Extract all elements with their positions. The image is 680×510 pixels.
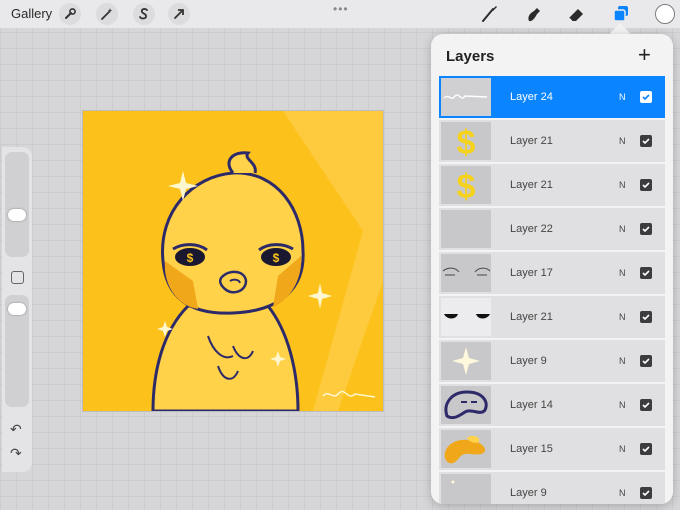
smudge-icon[interactable] xyxy=(523,3,545,30)
drag-handle-dots[interactable]: ••• xyxy=(333,2,349,16)
blend-mode-button[interactable]: N xyxy=(619,444,626,454)
opacity-knob[interactable] xyxy=(8,303,26,315)
svg-text:$: $ xyxy=(187,251,194,265)
visibility-checkbox[interactable] xyxy=(640,443,652,455)
layer-row[interactable]: Layer 15 N xyxy=(439,428,665,470)
brush-size-knob[interactable] xyxy=(8,209,26,221)
layer-row[interactable]: $ Layer 21 N xyxy=(439,164,665,206)
layer-thumbnail xyxy=(441,298,491,336)
magic-wand-icon[interactable] xyxy=(96,3,118,25)
top-toolbar: Gallery ••• xyxy=(0,0,680,28)
layer-row[interactable]: Layer 21 N xyxy=(439,296,665,338)
modify-button[interactable] xyxy=(11,271,24,284)
blend-mode-button[interactable]: N xyxy=(619,356,626,366)
visibility-checkbox[interactable] xyxy=(640,487,652,499)
brush-size-slider[interactable] xyxy=(5,152,29,257)
layer-name: Layer 21 xyxy=(510,135,553,147)
layer-row[interactable]: Layer 9 N xyxy=(439,340,665,382)
layer-thumbnail xyxy=(441,386,491,424)
blend-mode-button[interactable]: N xyxy=(619,268,626,278)
layer-thumbnail xyxy=(441,210,491,248)
blend-mode-button[interactable]: N xyxy=(619,180,626,190)
visibility-checkbox[interactable] xyxy=(640,223,652,235)
layer-thumbnail: $ xyxy=(441,166,491,204)
layer-name: Layer 24 xyxy=(510,91,553,103)
layer-name: Layer 9 xyxy=(510,487,547,499)
layer-thumbnail xyxy=(441,78,491,116)
visibility-checkbox[interactable] xyxy=(640,311,652,323)
layer-thumbnail xyxy=(441,254,491,292)
undo-icon[interactable]: ↶ xyxy=(10,421,22,438)
visibility-checkbox[interactable] xyxy=(640,267,652,279)
redo-icon[interactable]: ↷ xyxy=(10,445,22,462)
layer-row[interactable]: Layer 14 N xyxy=(439,384,665,426)
visibility-checkbox[interactable] xyxy=(640,135,652,147)
layer-row[interactable]: Layer 17 N xyxy=(439,252,665,294)
layers-panel: Layers + Layer 24 N $ Layer 21 N $ Layer… xyxy=(431,34,673,504)
layer-name: Layer 21 xyxy=(510,179,553,191)
add-layer-button[interactable]: + xyxy=(638,42,651,68)
blend-mode-button[interactable]: N xyxy=(619,92,626,102)
layers-panel-title: Layers xyxy=(446,48,495,65)
drawing-canvas[interactable]: $ $ xyxy=(82,110,384,412)
blend-mode-button[interactable]: N xyxy=(619,400,626,410)
eraser-icon[interactable] xyxy=(565,3,587,30)
visibility-checkbox[interactable] xyxy=(640,399,652,411)
opacity-slider[interactable] xyxy=(5,295,29,407)
svg-text:$: $ xyxy=(273,251,280,265)
visibility-checkbox[interactable] xyxy=(640,91,652,103)
layer-name: Layer 15 xyxy=(510,443,553,455)
layer-name: Layer 9 xyxy=(510,355,547,367)
blend-mode-button[interactable]: N xyxy=(619,312,626,322)
layer-row[interactable]: Layer 9 N xyxy=(439,472,665,504)
layer-row[interactable]: Layer 22 N xyxy=(439,208,665,250)
blend-mode-button[interactable]: N xyxy=(619,488,626,498)
selection-s-icon[interactable] xyxy=(133,3,155,25)
layer-name: Layer 14 xyxy=(510,399,553,411)
layer-thumbnail: $ xyxy=(441,122,491,160)
left-sidebar: ↶ ↷ xyxy=(2,147,32,472)
wrench-icon[interactable] xyxy=(59,3,81,25)
layer-name: Layer 22 xyxy=(510,223,553,235)
transform-arrow-icon[interactable] xyxy=(168,3,190,25)
layer-thumbnail xyxy=(441,342,491,380)
color-picker-swatch[interactable] xyxy=(655,4,675,24)
svg-text:$: $ xyxy=(457,168,476,204)
layer-thumbnail xyxy=(441,430,491,468)
layer-name: Layer 17 xyxy=(510,267,553,279)
layer-name: Layer 21 xyxy=(510,311,553,323)
gallery-button[interactable]: Gallery xyxy=(11,6,52,21)
svg-text:$: $ xyxy=(457,124,476,160)
visibility-checkbox[interactable] xyxy=(640,179,652,191)
layer-row[interactable]: Layer 24 N xyxy=(439,76,665,118)
layer-row[interactable]: $ Layer 21 N xyxy=(439,120,665,162)
brush-icon[interactable] xyxy=(478,3,500,30)
visibility-checkbox[interactable] xyxy=(640,355,652,367)
blend-mode-button[interactable]: N xyxy=(619,136,626,146)
duck-artwork: $ $ xyxy=(83,111,383,411)
blend-mode-button[interactable]: N xyxy=(619,224,626,234)
layer-thumbnail xyxy=(441,474,491,504)
